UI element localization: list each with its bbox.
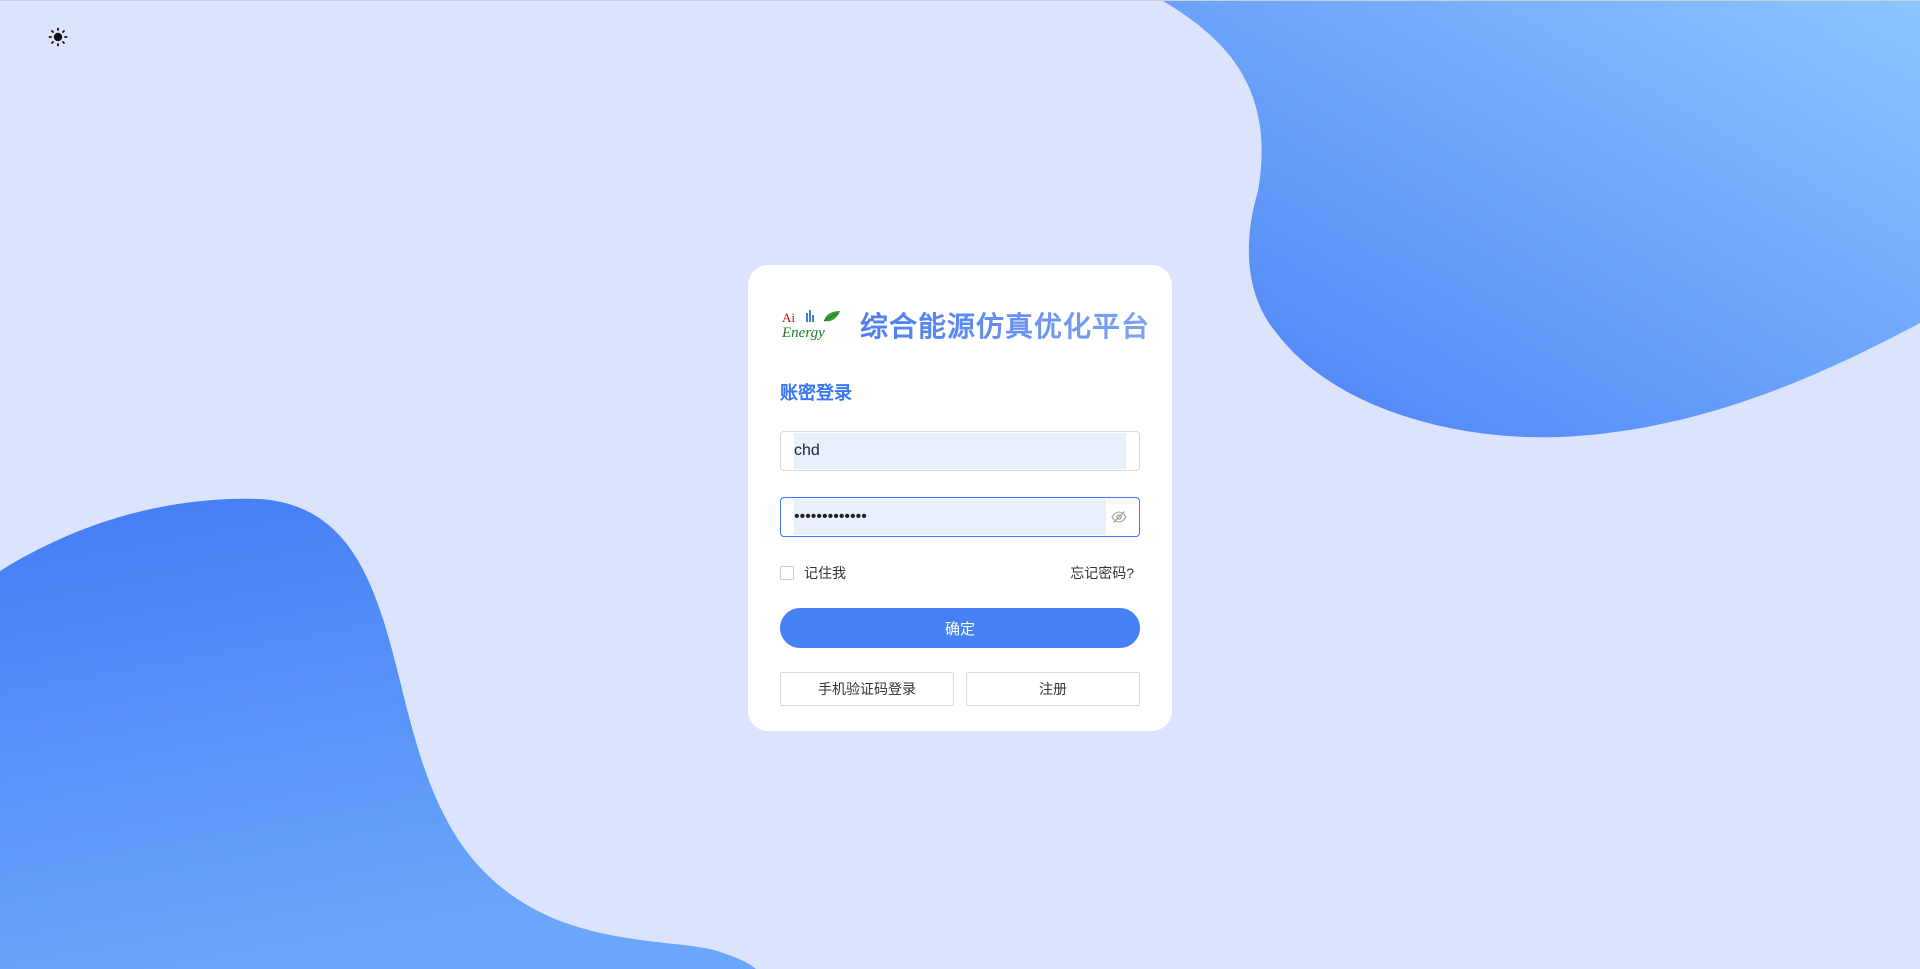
sun-icon: [48, 27, 68, 47]
password-field[interactable]: [780, 497, 1140, 537]
checkbox-box[interactable]: [780, 566, 794, 580]
forgot-password-link[interactable]: 忘记密码?: [1070, 563, 1134, 583]
theme-toggle-button[interactable]: [46, 25, 70, 49]
top-right-blob: [1163, 1, 1920, 438]
login-options: 记住我 忘记密码?: [780, 563, 1140, 581]
ai-energy-logo: Ai Energy: [781, 310, 840, 341]
bottom-left-blob: [0, 498, 756, 969]
register-button[interactable]: 注册: [966, 672, 1140, 706]
password-input[interactable]: [794, 498, 1094, 536]
username-field[interactable]: [780, 431, 1140, 471]
platform-title: 综合能源仿真优化平台: [860, 305, 1150, 345]
svg-text:Ai: Ai: [782, 310, 795, 325]
remember-me-checkbox[interactable]: 记住我: [780, 563, 846, 583]
brand-header: Ai Energy 综合能源仿真优化平台: [780, 305, 1150, 345]
svg-text:Energy: Energy: [781, 325, 825, 341]
tab-password-login[interactable]: 账密登录: [780, 379, 852, 405]
login-card: Ai Energy 综合能源仿真优化平台 账密登录 chd ••••••••••…: [748, 265, 1172, 731]
sms-login-button[interactable]: 手机验证码登录: [780, 672, 954, 706]
confirm-button[interactable]: 确定: [780, 608, 1140, 648]
eye-hidden-icon[interactable]: [1111, 510, 1127, 524]
username-input[interactable]: [794, 432, 1114, 470]
remember-me-label: 记住我: [804, 565, 846, 581]
login-page: Ai Energy 综合能源仿真优化平台 账密登录 chd ••••••••••…: [0, 0, 1920, 969]
